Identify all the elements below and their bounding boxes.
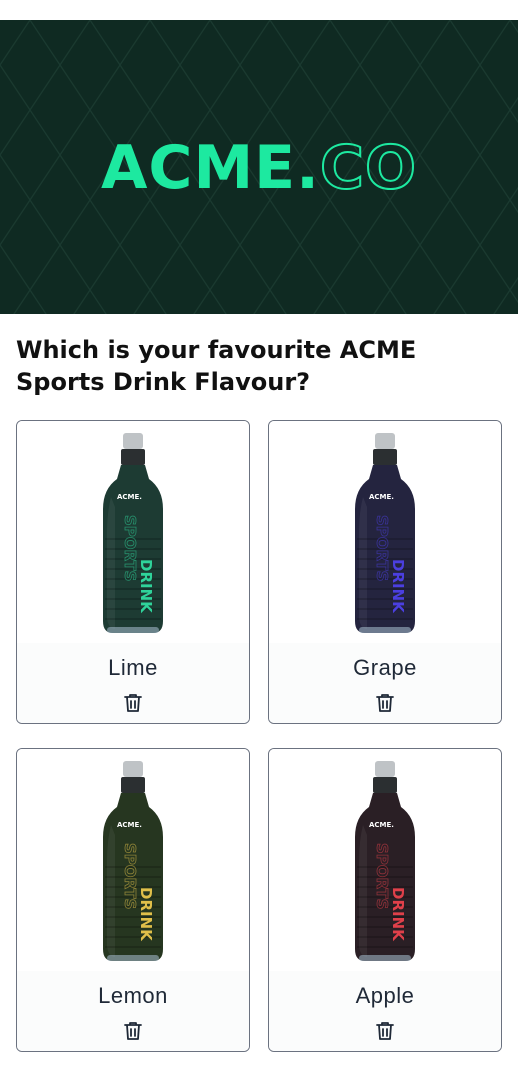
poll-question: Which is your favourite ACME Sports Drin…	[16, 336, 417, 396]
svg-text:DRINK: DRINK	[137, 559, 155, 614]
svg-text:ACME.: ACME.	[369, 493, 394, 501]
svg-text:SPORTS: SPORTS	[121, 515, 139, 581]
bottle-image: ACME. SPORTS DRINK	[269, 421, 501, 653]
bottle-image: ACME. SPORTS DRINK	[17, 421, 249, 653]
svg-text:DRINK: DRINK	[137, 887, 155, 942]
svg-text:ACME.: ACME.	[117, 493, 142, 501]
svg-text:SPORTS: SPORTS	[373, 843, 391, 909]
hero-banner: ACME.CO	[0, 20, 518, 314]
option-label: Lemon	[98, 983, 168, 1008]
brand-logo: ACME.CO	[0, 137, 518, 199]
logo-main-text: ACME.	[100, 133, 320, 203]
option-card-lemon[interactable]: ACME. SPORTS DRINK Lemon	[16, 748, 250, 1052]
options-grid: ACME. SPORTS DRINK Lime ACME. SPORTS DRINK G…	[16, 420, 502, 1052]
option-card-grape[interactable]: ACME. SPORTS DRINK Grape	[268, 420, 502, 724]
svg-text:SPORTS: SPORTS	[373, 515, 391, 581]
option-card-apple[interactable]: ACME. SPORTS DRINK Apple	[268, 748, 502, 1052]
poll-page: ACME.CO Which is your favourite ACME Spo…	[0, 0, 518, 1070]
top-spacer	[0, 0, 518, 20]
svg-text:ACME.: ACME.	[369, 821, 394, 829]
trash-icon[interactable]	[121, 1019, 145, 1043]
bottle-image: ACME. SPORTS DRINK	[17, 749, 249, 981]
svg-text:DRINK: DRINK	[389, 559, 407, 614]
logo-suffix-text: CO	[319, 133, 417, 203]
option-label: Grape	[353, 655, 417, 680]
option-label: Apple	[355, 983, 415, 1008]
trash-icon[interactable]	[121, 691, 145, 715]
svg-text:ACME.: ACME.	[117, 821, 142, 829]
svg-text:DRINK: DRINK	[389, 887, 407, 942]
option-card-lime[interactable]: ACME. SPORTS DRINK Lime	[16, 420, 250, 724]
trash-icon[interactable]	[373, 1019, 397, 1043]
svg-text:SPORTS: SPORTS	[121, 843, 139, 909]
trash-icon[interactable]	[373, 691, 397, 715]
bottle-image: ACME. SPORTS DRINK	[269, 749, 501, 981]
option-label: Lime	[108, 655, 158, 680]
